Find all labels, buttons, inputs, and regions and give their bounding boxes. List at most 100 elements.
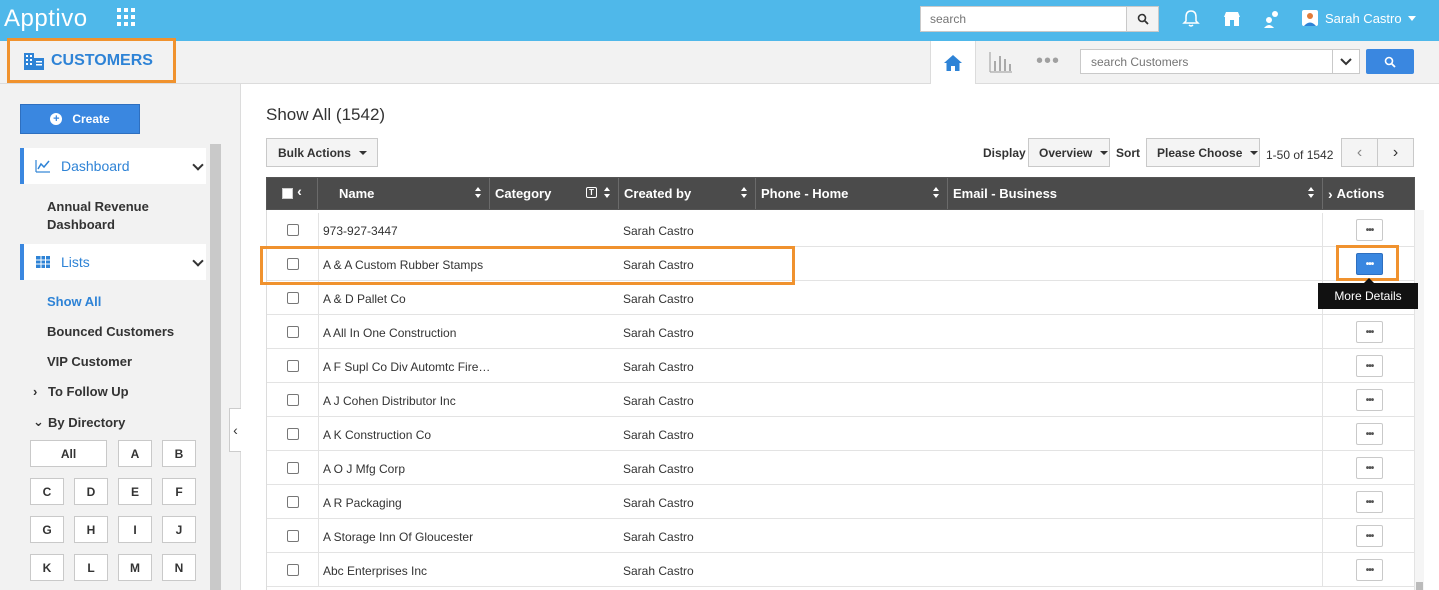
customer-search-input[interactable] — [1080, 49, 1333, 74]
previous-page-button[interactable]: ‹ — [1341, 138, 1378, 167]
directory-letter-button[interactable]: D — [74, 478, 108, 505]
sidebar-section-dashboard[interactable]: Dashboard — [20, 148, 206, 184]
customer-name[interactable]: 973-927-3447 — [323, 224, 493, 238]
table-row[interactable]: 973-927-3447 Sarah Castro ••• — [267, 213, 1414, 247]
customer-name[interactable]: A K Construction Co — [323, 428, 493, 442]
user-menu[interactable]: Sarah Castro — [1302, 10, 1416, 26]
directory-letter-button[interactable]: B — [162, 440, 196, 467]
created-by: Sarah Castro — [623, 530, 694, 544]
row-checkbox[interactable] — [287, 326, 299, 338]
more-details-button[interactable]: ••• — [1356, 219, 1383, 241]
directory-letter-button[interactable]: M — [118, 554, 152, 581]
table-row[interactable]: A F Supl Co Div Automtc Fire Protctn Sar… — [267, 349, 1414, 383]
chevron-right-icon[interactable]: › — [1328, 186, 1333, 202]
table-row[interactable]: A All In One Construction Sarah Castro •… — [267, 315, 1414, 349]
table-row[interactable]: A J Cohen Distributor Inc Sarah Castro •… — [267, 383, 1414, 417]
home-tab[interactable] — [930, 41, 976, 84]
more-details-button[interactable]: ••• — [1356, 559, 1383, 581]
contacts-icon[interactable] — [1262, 9, 1282, 29]
global-search-button[interactable] — [1126, 6, 1159, 32]
directory-letter-button[interactable]: N — [162, 554, 196, 581]
customer-name[interactable]: A O J Mfg Corp — [323, 462, 493, 476]
directory-letter-button[interactable]: J — [162, 516, 196, 543]
bulk-actions-button[interactable]: Bulk Actions — [266, 138, 378, 167]
display-dropdown[interactable]: Overview — [1028, 138, 1110, 167]
table-scrollbar[interactable] — [1414, 210, 1424, 590]
row-checkbox[interactable] — [287, 530, 299, 542]
page-title: Show All (1542) — [266, 105, 386, 124]
column-header-category[interactable]: Category T — [490, 178, 619, 209]
row-checkbox[interactable] — [287, 224, 299, 236]
table-row[interactable]: A & D Pallet Co Sarah Castro — [267, 281, 1414, 315]
global-search-input[interactable] — [920, 6, 1127, 32]
customer-name[interactable]: A & D Pallet Co — [323, 292, 493, 306]
directory-letter-button[interactable]: K — [30, 554, 64, 581]
customer-name[interactable]: Abc Enterprises Inc — [323, 564, 493, 578]
chevron-left-icon[interactable]: ‹ — [297, 183, 302, 199]
row-checkbox[interactable] — [287, 292, 299, 304]
sidebar-item-show-all[interactable]: Show All — [47, 294, 101, 309]
customer-name[interactable]: A F Supl Co Div Automtc Fire Protctn — [323, 360, 493, 374]
more-details-button[interactable]: ••• — [1356, 457, 1383, 479]
row-checkbox[interactable] — [287, 394, 299, 406]
table-row[interactable]: A R Packaging Sarah Castro ••• — [267, 485, 1414, 519]
directory-letter-button[interactable]: L — [74, 554, 108, 581]
row-checkbox[interactable] — [287, 360, 299, 372]
sidebar-section-lists[interactable]: Lists — [20, 244, 206, 280]
column-header-created-by[interactable]: Created by — [619, 178, 756, 209]
next-page-button[interactable]: › — [1377, 138, 1414, 167]
more-details-button[interactable]: ••• — [1356, 491, 1383, 513]
more-details-button[interactable]: ••• — [1356, 321, 1383, 343]
column-header-phone-home[interactable]: Phone - Home — [756, 178, 948, 209]
sidebar-item-by-directory[interactable]: ⌄ By Directory — [33, 414, 125, 430]
select-all-checkbox[interactable] — [282, 188, 294, 199]
sidebar-item-annual-revenue-dashboard[interactable]: Annual Revenue Dashboard — [47, 198, 177, 234]
bar-chart-icon[interactable] — [988, 50, 1014, 74]
directory-letter-button[interactable]: F — [162, 478, 196, 505]
more-options-icon[interactable]: ••• — [1036, 51, 1060, 71]
directory-letter-button[interactable]: G — [30, 516, 64, 543]
table-row[interactable]: A K Construction Co Sarah Castro ••• — [267, 417, 1414, 451]
customer-search-button[interactable] — [1366, 49, 1414, 74]
column-header-name[interactable]: Name — [318, 178, 490, 209]
more-details-button[interactable]: ••• — [1356, 423, 1383, 445]
directory-letter-button[interactable]: E — [118, 478, 152, 505]
apptivo-logo[interactable]: Apptivo — [4, 5, 88, 33]
module-title[interactable]: CUSTOMERS — [7, 38, 176, 83]
directory-letter-button[interactable]: I — [118, 516, 152, 543]
directory-letter-button[interactable]: C — [30, 478, 64, 505]
sort-dropdown[interactable]: Please Choose — [1146, 138, 1260, 167]
customer-name[interactable]: A All In One Construction — [323, 326, 493, 340]
table-row[interactable]: A O J Mfg Corp Sarah Castro ••• — [267, 451, 1414, 485]
sidebar-scrollbar[interactable] — [210, 144, 221, 590]
store-icon[interactable] — [1222, 9, 1242, 29]
sidebar-item-vip-customer[interactable]: VIP Customer — [47, 354, 132, 369]
sidebar-item-bounced-customers[interactable]: Bounced Customers — [47, 324, 174, 339]
module-title-text: CUSTOMERS — [51, 51, 153, 69]
directory-letter-button[interactable]: A — [118, 440, 152, 467]
more-details-button[interactable]: ••• — [1356, 355, 1383, 377]
table-row[interactable]: Abc Enterprises Inc Sarah Castro ••• — [267, 553, 1414, 587]
sidebar-item-to-follow-up[interactable]: › To Follow Up — [33, 384, 129, 399]
chevron-right-icon: › — [33, 384, 38, 399]
column-header-email-business[interactable]: Email - Business — [948, 178, 1323, 209]
select-all-column[interactable]: ‹ — [267, 178, 318, 209]
row-checkbox[interactable] — [287, 496, 299, 508]
customer-name[interactable]: A J Cohen Distributor Inc — [323, 394, 493, 408]
directory-letter-button[interactable]: H — [74, 516, 108, 543]
table-row[interactable]: A Storage Inn Of Gloucester Sarah Castro… — [267, 519, 1414, 553]
customer-name[interactable]: A R Packaging — [323, 496, 493, 510]
row-checkbox[interactable] — [287, 564, 299, 576]
search-dropdown-toggle[interactable] — [1332, 49, 1360, 74]
app-grid-icon[interactable] — [117, 8, 135, 26]
bell-icon[interactable] — [1181, 9, 1201, 29]
customer-name[interactable]: A Storage Inn Of Gloucester — [323, 530, 493, 544]
more-details-button[interactable]: ••• — [1356, 525, 1383, 547]
more-details-button[interactable]: ••• — [1356, 389, 1383, 411]
create-button[interactable]: + Create — [20, 104, 140, 134]
row-checkbox[interactable] — [287, 428, 299, 440]
filter-icon[interactable]: T — [586, 187, 597, 198]
directory-all-button[interactable]: All — [30, 440, 107, 467]
row-checkbox[interactable] — [287, 462, 299, 474]
collapse-sidebar-button[interactable]: ‹ — [229, 408, 241, 452]
